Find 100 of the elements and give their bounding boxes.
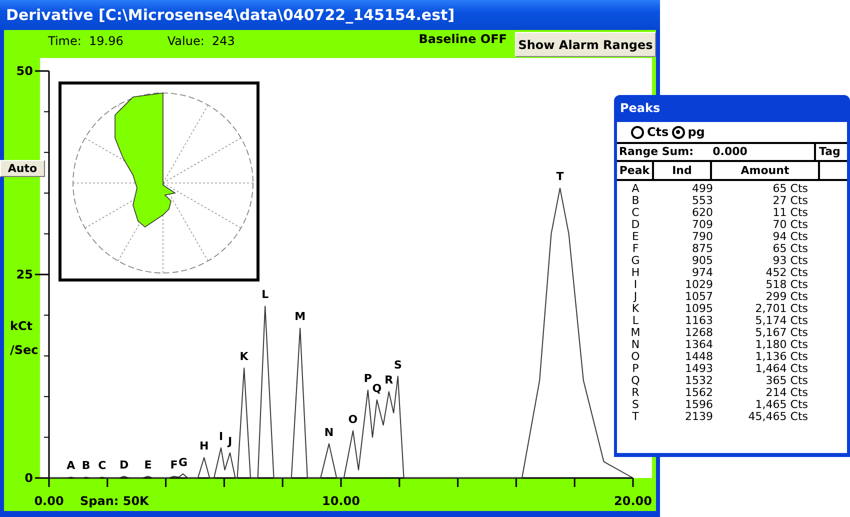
table-cell-text: A — [630, 183, 640, 195]
span-label: Span: 50K — [80, 494, 149, 508]
table-cell-text: 1448 — [684, 351, 713, 363]
peak-label: S — [394, 358, 402, 372]
peak-label: F — [170, 458, 178, 472]
show-alarm-ranges-button[interactable]: Show Alarm Ranges — [515, 32, 656, 57]
table-cell-text: 790 — [691, 231, 713, 243]
table-cell-text: F — [631, 243, 640, 255]
table-cell-text: 1268 — [684, 327, 713, 339]
peak-label: R — [384, 374, 394, 387]
radio-label[interactable]: pg — [688, 125, 705, 139]
table-cell-text: 1532 — [684, 375, 713, 387]
time-readout: Time: 19.96 — [48, 34, 124, 48]
y-tick-label: 50 — [16, 64, 33, 78]
radio-label[interactable]: Cts — [647, 125, 669, 139]
peak-label: E — [144, 458, 152, 472]
table-cell-text: 65 Cts — [772, 243, 808, 255]
y-axis-label: kCt /Sec — [10, 319, 38, 357]
auto-button[interactable]: Auto — [0, 160, 45, 177]
table-cell-text: C — [630, 207, 640, 219]
x-tick-label: 10.00 — [322, 494, 360, 508]
table-cell-text: 214 Cts — [764, 387, 808, 399]
table-cell-text: 94 Cts — [772, 231, 808, 243]
table-cell-text: O — [630, 351, 641, 363]
table-cell-text: S — [631, 399, 640, 411]
peak-label: I — [218, 430, 224, 443]
table-cell-text: 620 — [691, 207, 713, 219]
radio-button[interactable] — [631, 126, 644, 138]
radio-button[interactable] — [672, 126, 685, 138]
table-cell-text: 1,464 Cts — [754, 363, 808, 375]
table-cell-text: 905 — [691, 255, 713, 267]
table-cell-text: 11 Cts — [772, 207, 808, 219]
table-cell-text: 518 Cts — [764, 279, 808, 291]
y-tick-label: 25 — [16, 268, 33, 282]
table-cell-text: T — [631, 411, 640, 423]
table-cell-text: 1057 — [684, 291, 713, 303]
table-cell-text: 70 Cts — [772, 219, 808, 231]
peak-label: H — [199, 440, 209, 453]
table-cell-text: 5,174 Cts — [754, 315, 808, 327]
table-cell-text: L — [631, 315, 640, 327]
table-cell-text: E — [631, 231, 640, 243]
table-cell-text: G — [630, 255, 641, 267]
table-cell-text: 875 — [691, 243, 713, 255]
table-cell-text: B — [630, 195, 640, 207]
peak-label: C — [98, 459, 106, 472]
table-cell-text: 1095 — [684, 303, 713, 315]
table-cell-text: I — [632, 279, 638, 291]
table-cell-text: 65 Cts — [772, 183, 808, 195]
table-cell-text: P — [631, 363, 640, 375]
table-cell-text: 499 — [691, 183, 713, 195]
peak-label: P — [364, 372, 372, 386]
y-tick-label: 0 — [24, 471, 33, 485]
baseline-status: Baseline OFF — [418, 32, 507, 46]
table-cell-text: 93 Cts — [772, 255, 808, 267]
window-title: Derivative [C:\Microsense4\data\040722_145154.est] — [0, 0, 660, 30]
value-readout: Value: 243 — [167, 34, 235, 48]
table-cell-text: 1,180 Cts — [754, 339, 808, 351]
peak-label: A — [66, 459, 76, 472]
table-cell-text: M — [630, 327, 642, 339]
peak-label: G — [178, 456, 188, 469]
table-cell-text: K — [630, 303, 640, 315]
table-cell-text: 1029 — [684, 279, 713, 291]
table-cell-text: D — [630, 219, 641, 231]
peak-label: D — [119, 458, 129, 472]
table-cell-text: 1163 — [684, 315, 713, 327]
peak-label: Q — [372, 382, 382, 395]
peak-label: L — [262, 288, 269, 302]
table-cell-text: 452 Cts — [764, 267, 808, 279]
table-cell-text: Q — [630, 375, 641, 387]
peak-label: T — [556, 170, 564, 184]
peaks-window-title: Peaks — [619, 100, 662, 117]
table-cell-text: 2139 — [684, 411, 713, 423]
table-cell-text: 1,465 Cts — [754, 399, 808, 411]
peak-label: J — [228, 434, 232, 448]
peak-label: K — [240, 350, 248, 364]
table-cell-text: 1364 — [684, 339, 713, 351]
table-cell-text: 1596 — [684, 399, 713, 411]
peak-label: O — [348, 412, 358, 426]
column-header: Amount — [712, 162, 820, 179]
table-cell-text: 2,701 Cts — [754, 303, 808, 315]
x-tick-label: 0.00 — [34, 494, 64, 508]
table-cell-text: 974 — [691, 267, 713, 279]
table-cell-text: 365 Cts — [764, 375, 808, 387]
peak-label: B — [82, 459, 90, 472]
table-cell-text: 1,136 Cts — [754, 351, 808, 363]
column-header: Ind — [654, 162, 712, 179]
peak-label: M — [294, 310, 306, 324]
table-cell-text: 45,465 Cts — [747, 411, 808, 423]
column-header: Peak — [617, 162, 654, 179]
table-cell-text: 5,167 Cts — [754, 327, 808, 339]
table-cell-text: 299 Cts — [764, 291, 808, 303]
table-cell-text: 553 — [691, 195, 713, 207]
table-cell-text: 27 Cts — [772, 195, 808, 207]
table-cell-text: J — [632, 291, 638, 303]
table-cell-text: 1562 — [684, 387, 713, 399]
x-tick-label: 20.00 — [614, 494, 652, 508]
peak-label: N — [324, 426, 334, 439]
table-cell-text: R — [630, 387, 640, 399]
table-cell-text: 709 — [691, 219, 713, 231]
table-cell-text: H — [630, 267, 641, 279]
